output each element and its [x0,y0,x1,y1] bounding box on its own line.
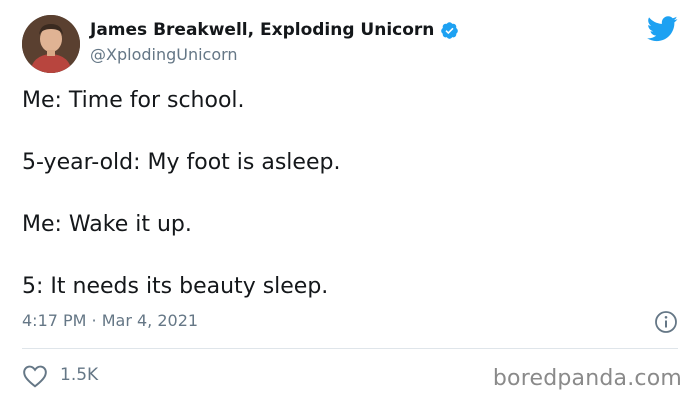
tweet-timestamp[interactable]: 4:17 PM · Mar 4, 2021 [22,311,198,330]
author-handle[interactable]: @XplodingUnicorn [90,45,238,64]
author-name-row: James Breakwell, Exploding Unicorn [90,20,459,40]
divider [22,348,678,349]
tweet-line: 5: It needs its beauty sleep. [22,274,329,299]
tweet-line: Me: Time for school. [22,88,245,113]
author-display-name[interactable]: James Breakwell, Exploding Unicorn [90,20,434,40]
tweet-card: James Breakwell, Exploding Unicorn @Xplo… [0,0,700,402]
avatar-image [22,15,80,73]
tweet-line: 5-year-old: My foot is asleep. [22,150,341,175]
verified-badge-icon [441,21,459,39]
info-icon[interactable] [654,310,678,334]
avatar[interactable] [22,15,80,73]
heart-icon[interactable] [22,364,48,388]
tweet-text: Me: Time for school. 5-year-old: My foot… [22,86,682,334]
tweet-line: Me: Wake it up. [22,212,192,237]
watermark: boredpanda.com [492,366,682,391]
twitter-bird-icon[interactable] [647,16,678,42]
like-count[interactable]: 1.5K [60,365,98,385]
